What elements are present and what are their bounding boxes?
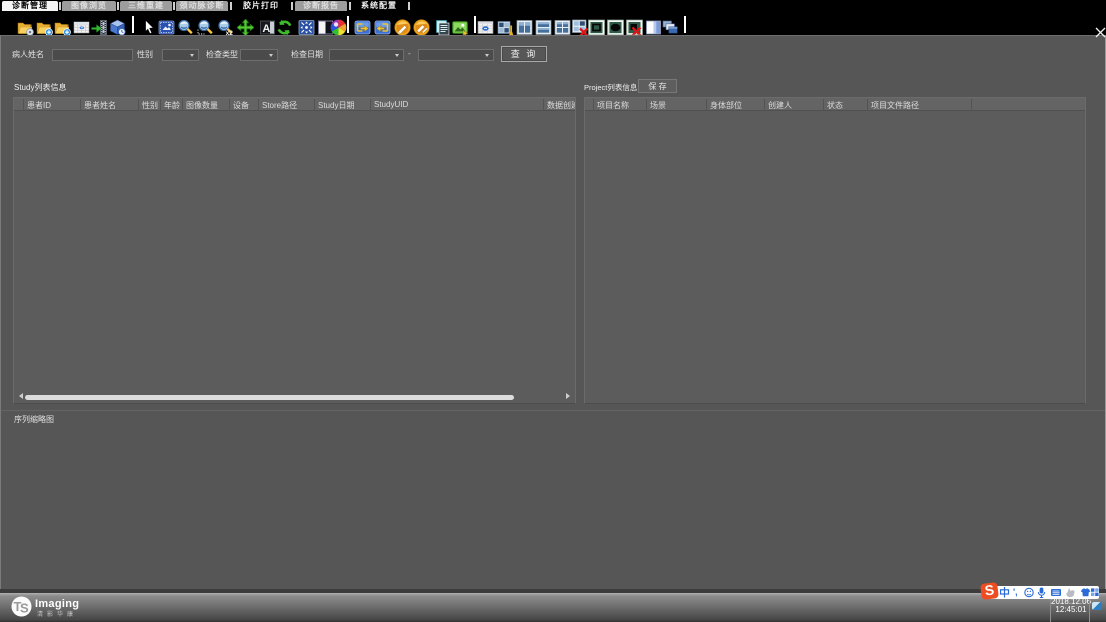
svg-text:',: ',: [1013, 587, 1018, 597]
svg-text:A: A: [262, 23, 270, 35]
svg-text:S: S: [20, 601, 29, 616]
